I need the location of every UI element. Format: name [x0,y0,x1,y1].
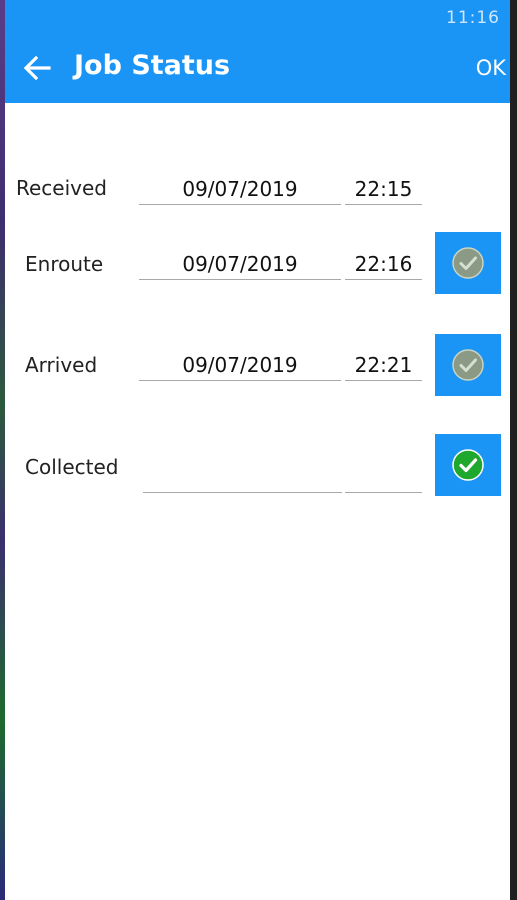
date-field[interactable]: 09/07/2019 [139,174,341,205]
date-field[interactable]: 09/07/2019 [139,249,341,280]
time-field[interactable] [345,462,422,493]
confirm-collected-button[interactable] [435,434,501,496]
confirm-arrived-button[interactable] [435,334,501,396]
check-circle-icon [452,449,484,481]
status-row-collected: Collected [5,434,510,504]
row-label: Collected [25,455,119,479]
job-status-screen: 11:16 Job Status OK Received 09/07/2019 … [0,0,517,900]
time-field[interactable]: 22:15 [345,174,422,205]
back-arrow-icon[interactable] [21,52,53,84]
status-time: 11:16 [446,8,500,28]
window-edge-right [510,0,517,900]
row-label: Received [16,176,107,200]
row-label: Arrived [25,353,98,377]
app-bar: Job Status OK [5,36,510,103]
page-title: Job Status [74,50,231,81]
status-row-received: Received 09/07/2019 22:15 [5,168,510,218]
date-field[interactable]: 09/07/2019 [139,350,341,381]
status-bar: 11:16 [5,0,510,36]
check-circle-icon [452,247,484,279]
time-field[interactable]: 22:16 [345,249,422,280]
check-circle-icon [452,349,484,381]
confirm-enroute-button[interactable] [435,232,501,294]
time-field[interactable]: 22:21 [345,350,422,381]
status-row-arrived: Arrived 09/07/2019 22:21 [5,334,510,404]
date-field[interactable] [143,462,342,493]
ok-button[interactable]: OK [476,56,506,80]
status-row-enroute: Enroute 09/07/2019 22:16 [5,232,510,302]
row-label: Enroute [25,252,104,276]
